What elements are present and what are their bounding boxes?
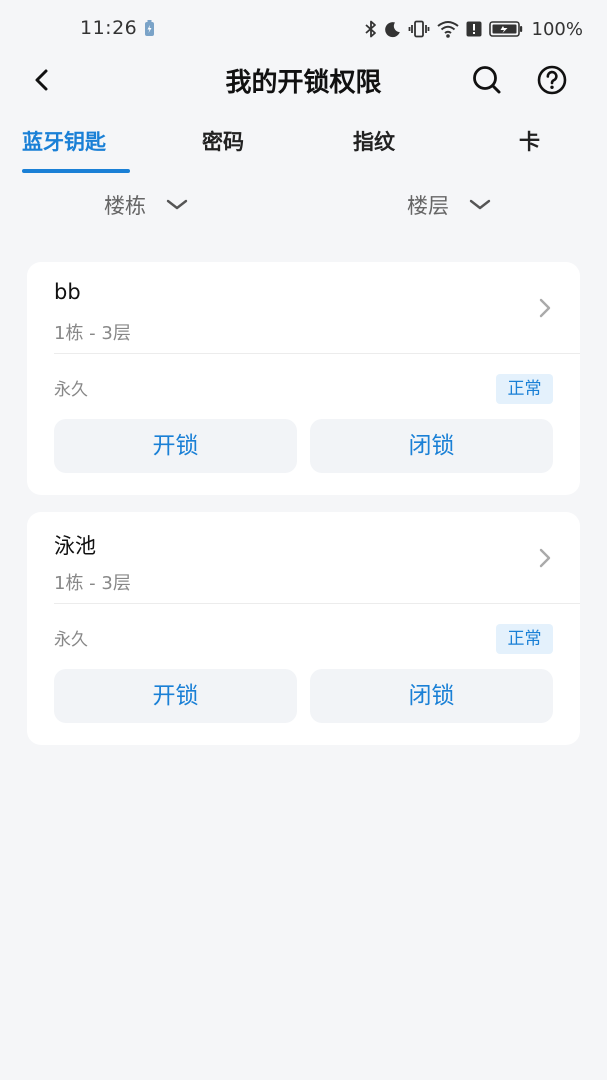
chevron-down-icon: [166, 199, 188, 210]
key-location: 1栋 - 3层: [54, 573, 131, 594]
alert-icon: [466, 21, 482, 37]
status-bar: 11:26 100%: [0, 0, 607, 58]
lock-button[interactable]: 闭锁: [310, 419, 553, 473]
tab-password[interactable]: 密码: [202, 126, 244, 156]
wifi-icon: [436, 21, 459, 38]
status-badge: 正常: [496, 374, 553, 404]
bluetooth-icon: [364, 20, 376, 38]
key-card: 泳池 1栋 - 3层 永久 正常 开锁 闭锁: [27, 512, 580, 745]
key-name[interactable]: bb: [54, 280, 81, 304]
search-icon[interactable]: [470, 63, 504, 97]
vibrate-icon: [408, 20, 429, 38]
tab-fingerprint[interactable]: 指纹: [353, 126, 395, 156]
building-filter[interactable]: 楼栋: [104, 190, 188, 220]
key-name[interactable]: 泳池: [54, 530, 96, 560]
help-icon[interactable]: [535, 63, 569, 97]
status-badge: 正常: [496, 624, 553, 654]
chevron-right-icon[interactable]: [535, 296, 555, 320]
unlock-button[interactable]: 开锁: [54, 669, 297, 723]
key-validity: 永久: [54, 630, 88, 650]
key-location: 1栋 - 3层: [54, 323, 131, 344]
building-filter-label: 楼栋: [104, 194, 146, 218]
battery-saver-icon: [145, 20, 154, 36]
unlock-button[interactable]: 开锁: [54, 419, 297, 473]
divider: [54, 353, 580, 354]
active-tab-indicator: [22, 169, 130, 173]
page-title: 我的开锁权限: [225, 68, 382, 98]
navigation-bar: 我的开锁权限: [0, 58, 607, 102]
moon-icon: [384, 21, 400, 37]
tab-bar: 蓝牙钥匙 密码 指纹 卡: [0, 120, 607, 176]
lock-button[interactable]: 闭锁: [310, 669, 553, 723]
status-time: 11:26: [80, 17, 138, 39]
divider: [54, 603, 580, 604]
tab-card[interactable]: 卡: [519, 126, 540, 156]
battery-percent: 100%: [531, 18, 583, 40]
filter-bar: 楼栋 楼层: [0, 186, 607, 226]
key-validity: 永久: [54, 380, 88, 400]
floor-filter-label: 楼层: [407, 194, 449, 218]
floor-filter[interactable]: 楼层: [407, 190, 491, 220]
chevron-right-icon[interactable]: [535, 546, 555, 570]
battery-icon: [488, 21, 522, 37]
tab-bluetooth-key[interactable]: 蓝牙钥匙: [22, 126, 106, 156]
key-card: bb 1栋 - 3层 永久 正常 开锁 闭锁: [27, 262, 580, 495]
chevron-down-icon: [469, 199, 491, 210]
